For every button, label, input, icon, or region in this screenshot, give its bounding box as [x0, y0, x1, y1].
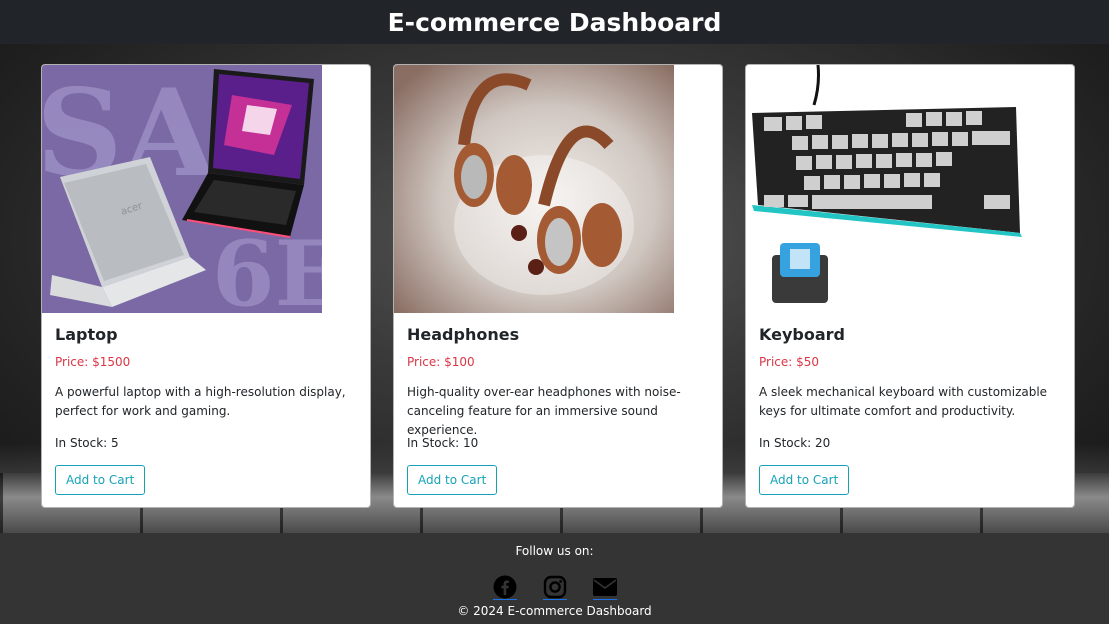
product-stock: In Stock: 20	[759, 436, 831, 450]
product-card-headphones: Headphones Price: $100 High-quality over…	[393, 64, 723, 508]
product-name: Laptop	[55, 325, 118, 344]
product-price: Price: $1500	[55, 355, 131, 369]
instagram-icon[interactable]	[542, 575, 567, 600]
envelope-icon[interactable]	[592, 575, 617, 600]
add-to-cart-button[interactable]: Add to Cart	[407, 465, 498, 495]
facebook-icon[interactable]	[492, 575, 517, 600]
product-description: High-quality over-ear headphones with no…	[407, 385, 681, 437]
product-card-laptop: SA 6E acer Laptop Price: $1500 A powerfu…	[41, 64, 371, 508]
product-price: Price: $50	[759, 355, 820, 369]
headphones-image	[394, 65, 674, 313]
product-stock: In Stock: 10	[407, 436, 479, 450]
copyright-text: © 2024 E-commerce Dashboard	[457, 604, 652, 618]
follow-label: Follow us on:	[515, 544, 594, 558]
product-card-keyboard: Keyboard Price: $50 A sleek mechanical k…	[745, 64, 1075, 508]
keyboard-image	[746, 65, 1026, 313]
add-to-cart-button[interactable]: Add to Cart	[55, 465, 146, 495]
product-description: A sleek mechanical keyboard with customi…	[759, 385, 1048, 418]
product-description: A powerful laptop with a high-resolution…	[55, 385, 346, 418]
product-name: Headphones	[407, 325, 520, 344]
svg-text:6E: 6E	[212, 221, 322, 313]
product-price: Price: $100	[407, 355, 475, 369]
product-name: Keyboard	[759, 325, 845, 344]
footer: Follow us on: © 2024 E-commerce Dashboar…	[0, 533, 1109, 624]
add-to-cart-button[interactable]: Add to Cart	[759, 465, 850, 495]
navbar: E-commerce Dashboard	[0, 0, 1109, 44]
page-title: E-commerce Dashboard	[387, 7, 722, 37]
product-stock: In Stock: 5	[55, 436, 119, 450]
social-links	[0, 575, 1109, 600]
laptop-image: SA 6E acer	[42, 65, 322, 313]
